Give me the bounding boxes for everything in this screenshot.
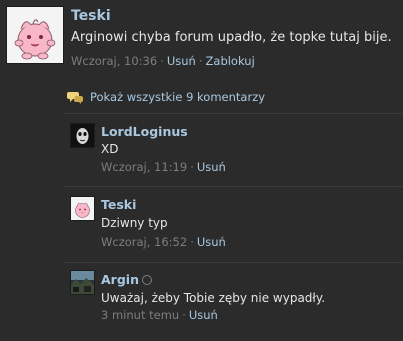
comment-item: Argin Uważaj, żeby Tobie zęby nie wypadł… [64, 262, 403, 334]
comment-meta: Wczoraj, 11:19 · Usuń [101, 160, 226, 174]
delete-link[interactable]: Usuń [197, 235, 226, 249]
comment-text: XD [101, 142, 119, 156]
delete-link[interactable]: Usuń [197, 160, 226, 174]
comment-item: Teski Dziwny typ Wczoraj, 16:52 · Usuń [64, 186, 403, 258]
divider [64, 113, 403, 114]
divider [64, 186, 403, 187]
online-status-icon [141, 274, 152, 285]
separator: · [190, 235, 194, 249]
post-meta: Wczoraj, 10:36 · Usuń · Zablokuj [71, 54, 255, 68]
separator: · [160, 54, 164, 68]
avatar[interactable] [70, 196, 95, 221]
comment-text: Dziwny typ [101, 216, 168, 230]
comment-author-row: Argin [101, 272, 152, 287]
divider [64, 262, 403, 263]
comment-timestamp[interactable]: Wczoraj, 16:52 [101, 235, 187, 249]
block-link[interactable]: Zablokuj [206, 54, 255, 68]
comment-meta: 3 minut temu · Usuń [101, 308, 218, 322]
avatar[interactable] [70, 270, 95, 295]
show-all-label: Pokaż wszystkie 9 komentarzy [90, 90, 266, 104]
pink-creature-avatar-image [71, 197, 94, 220]
post-text: Arginowi chyba forum upadło, że topke tu… [71, 30, 392, 45]
comment-thread: Teski Arginowi chyba forum upadło, że to… [0, 0, 403, 341]
post-author-link[interactable]: Teski [71, 8, 111, 24]
comment-author-link[interactable]: Teski [101, 197, 136, 212]
speech-bubbles-icon [67, 92, 83, 104]
separator: · [190, 160, 194, 174]
landscape-avatar-image [71, 271, 94, 294]
comment-text: Uważaj, żeby Tobie zęby nie wypadły. [101, 291, 326, 305]
comment-author-link[interactable]: Argin [101, 272, 139, 287]
avatar[interactable] [6, 6, 64, 64]
separator: · [198, 54, 203, 68]
main-post: Teski Arginowi chyba forum upadło, że to… [0, 0, 403, 80]
comment-author-link[interactable]: LordLoginus [101, 124, 188, 139]
delete-link[interactable]: Usuń [189, 308, 218, 322]
dark-mask-avatar-image [71, 124, 94, 147]
pink-creature-avatar-image [7, 7, 63, 63]
delete-link[interactable]: Usuń [167, 54, 196, 68]
comment-item: LordLoginus XD Wczoraj, 11:19 · Usuń [64, 113, 403, 182]
avatar[interactable] [70, 123, 95, 148]
separator: · [182, 308, 186, 322]
comment-timestamp[interactable]: Wczoraj, 11:19 [101, 160, 187, 174]
comment-meta: Wczoraj, 16:52 · Usuń [101, 235, 226, 249]
post-timestamp[interactable]: Wczoraj, 10:36 [71, 54, 157, 68]
comment-timestamp[interactable]: 3 minut temu [101, 308, 179, 322]
show-all-comments-link[interactable]: Pokaż wszystkie 9 komentarzy [67, 87, 265, 107]
